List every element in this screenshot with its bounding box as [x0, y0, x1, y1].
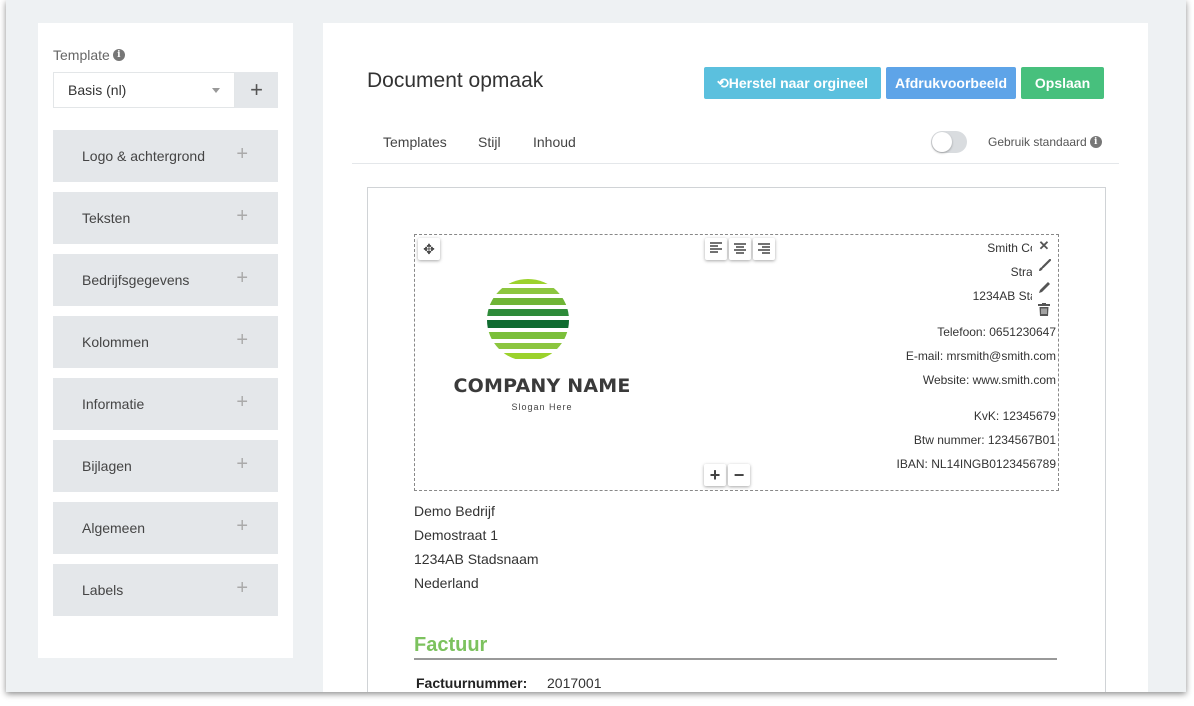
sidebar-item-label: Bijlagen — [82, 458, 132, 474]
company-detail-line: Website: www.smith.com — [922, 373, 1056, 387]
plus-icon: + — [236, 577, 248, 599]
company-logo-globe-icon — [487, 279, 569, 359]
invoice-number-value: 2017001 — [547, 675, 602, 691]
invoice-number-label: Factuurnummer: — [416, 675, 528, 691]
app-window: Template i Basis (nl) + Logo & achtergro… — [6, 0, 1186, 692]
address-line: Demo Bedrijf — [414, 503, 495, 519]
address-line: Demostraat 1 — [414, 527, 499, 543]
template-label-row: Template i — [53, 47, 125, 63]
toggle-knob — [932, 132, 952, 152]
document-header-block[interactable]: ✥ COMPANY NAME Slogan Here Smith Consu 1… — [414, 234, 1059, 491]
sidebar-item-attachments[interactable]: Bijlagen + — [53, 440, 278, 492]
sidebar-item-company[interactable]: Bedrijfsgegevens + — [53, 254, 278, 306]
template-select-value: Basis (nl) — [68, 82, 127, 98]
tab-divider — [352, 163, 1119, 164]
tab-content[interactable]: Inhoud — [533, 134, 576, 150]
decrease-icon[interactable]: − — [728, 464, 750, 486]
company-details: Smith Consu Straatna 1234AB Stadsn Telef… — [758, 235, 1058, 485]
tab-templates[interactable]: Templates — [383, 134, 447, 150]
align-left-icon[interactable] — [705, 238, 727, 260]
address-line: 1234AB Stadsnaam — [414, 551, 539, 567]
invoice-title-divider — [414, 658, 1057, 660]
sidebar-item-label: Informatie — [82, 396, 145, 412]
sidebar-item-label: Logo & achtergrond — [82, 148, 205, 164]
company-logo-slogan: Slogan Here — [511, 402, 573, 412]
address-line: Nederland — [414, 575, 479, 591]
sidebar-item-label: Algemeen — [82, 520, 146, 536]
plus-icon: + — [236, 205, 248, 227]
add-template-button[interactable]: + — [235, 72, 278, 108]
sidebar-item-general[interactable]: Algemeen + — [53, 502, 278, 554]
plus-icon: + — [236, 453, 248, 475]
sidebar-item-logo[interactable]: Logo & achtergrond + — [53, 130, 278, 182]
sidebar-item-texts[interactable]: Teksten + — [53, 192, 278, 244]
invoice-title: Factuur — [414, 634, 488, 656]
plus-icon: + — [236, 391, 248, 413]
template-label: Template — [53, 47, 110, 63]
sidebar: Template i Basis (nl) + Logo & achtergro… — [38, 23, 293, 658]
use-default-toggle[interactable] — [931, 131, 967, 153]
increase-icon[interactable]: + — [704, 464, 726, 486]
sidebar-item-information[interactable]: Informatie + — [53, 378, 278, 430]
sidebar-item-label: Kolommen — [82, 334, 149, 350]
main-panel: Document opmaak ⟲Herstel naar orgineel A… — [323, 23, 1148, 692]
move-icon[interactable]: ✥ — [418, 238, 440, 260]
print-preview-button[interactable]: Afdrukvoorbeeld — [886, 67, 1016, 99]
reset-button[interactable]: ⟲Herstel naar orgineel — [704, 67, 881, 99]
plus-icon: + — [236, 267, 248, 289]
trash-icon[interactable] — [1035, 303, 1053, 321]
company-detail-line: Btw nummer: 1234567B01 — [913, 433, 1056, 447]
sidebar-item-columns[interactable]: Kolommen + — [53, 316, 278, 368]
brush-icon[interactable] — [1035, 258, 1053, 277]
use-default-label: Gebruik standaard — [988, 135, 1087, 149]
align-center-icon[interactable] — [729, 238, 751, 260]
company-detail-line: IBAN: NL14INGB0123456789 — [896, 457, 1056, 471]
info-icon[interactable]: i — [112, 49, 125, 61]
sidebar-item-labels[interactable]: Labels + — [53, 564, 278, 616]
plus-icon: + — [236, 515, 248, 537]
info-icon[interactable]: i — [1089, 136, 1102, 148]
sidebar-item-label: Teksten — [82, 210, 131, 226]
company-detail-line: Telefoon: 0651230647 — [937, 325, 1056, 339]
tab-style[interactable]: Stijl — [478, 134, 501, 150]
company-detail-line: KvK: 12345679 — [973, 409, 1056, 423]
plus-icon: + — [236, 143, 248, 165]
company-detail-line: E-mail: mrsmith@smith.com — [905, 349, 1056, 363]
use-default-label-row: Gebruik standaard i — [988, 135, 1102, 149]
sidebar-item-label: Bedrijfsgegevens — [82, 272, 190, 288]
plus-icon: + — [236, 329, 248, 351]
undo-icon: ⟲ — [716, 75, 729, 91]
block-tools: ✕ — [1032, 235, 1056, 323]
document-preview: ✥ COMPANY NAME Slogan Here Smith Consu 1… — [367, 187, 1106, 692]
page-title: Document opmaak — [367, 69, 544, 92]
save-button[interactable]: Opslaan — [1021, 67, 1104, 99]
sidebar-item-label: Labels — [82, 582, 124, 598]
close-icon[interactable]: ✕ — [1035, 237, 1053, 255]
pencil-icon[interactable] — [1035, 281, 1053, 299]
reset-button-label: Herstel naar orgineel — [728, 75, 868, 91]
company-logo-name: COMPANY NAME — [453, 375, 631, 397]
caret-down-icon — [212, 88, 220, 93]
template-select[interactable]: Basis (nl) — [53, 72, 235, 108]
